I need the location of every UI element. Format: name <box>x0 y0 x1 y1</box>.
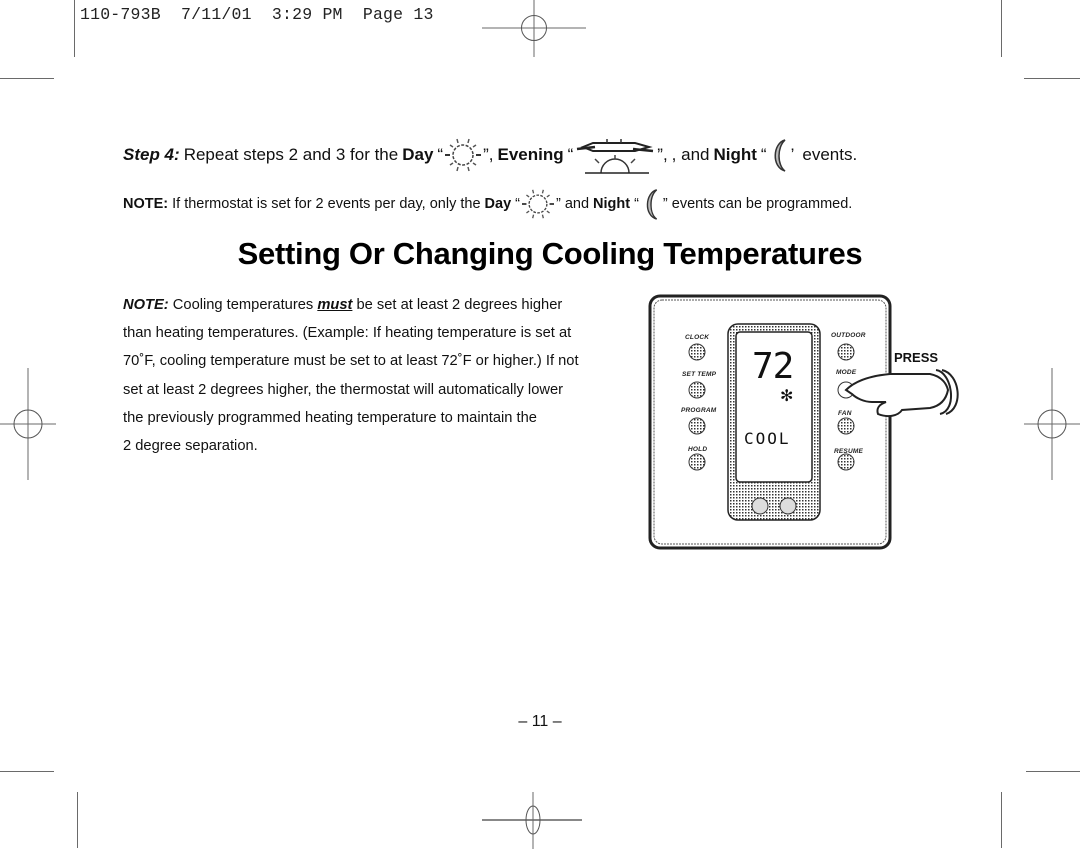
press-label: PRESS <box>894 350 939 365</box>
note-label: NOTE: <box>123 196 169 212</box>
set-temp-button-label[interactable]: SET TEMP <box>682 371 716 378</box>
paragraph-line: than heating temperatures. (Example: If … <box>123 325 572 342</box>
emphasis-must: must <box>317 297 353 313</box>
registration-mark-bottom <box>482 792 582 849</box>
note-two-events: NOTE: If thermostat is set for 2 events … <box>123 187 852 221</box>
section-title: Setting Or Changing Cooling Temperatures <box>237 236 863 271</box>
page-number: – 11 – <box>518 713 562 730</box>
step-text: Repeat steps 2 and 3 for the <box>183 145 399 164</box>
quote: ’ <box>790 145 795 164</box>
text: Cooling temperatures <box>172 297 314 313</box>
paragraph-line: the previously programmed heating temper… <box>123 409 537 426</box>
text: be set at least 2 degrees higher <box>356 297 563 313</box>
crop-mark <box>1024 78 1080 79</box>
crop-mark <box>1001 0 1002 57</box>
day-sun-icon <box>445 138 482 172</box>
display-temperature: 72 <box>752 346 794 387</box>
step-4-line: Step 4: Repeat steps 2 and 3 for the Day… <box>123 133 857 177</box>
print-slug: 110-793B 7/11/01 3:29 PM Page 13 <box>80 5 434 24</box>
night-moon-icon <box>774 139 786 172</box>
day-sun-icon <box>521 189 554 219</box>
clock-button-label[interactable]: CLOCK <box>685 334 709 341</box>
outdoor-button-label[interactable]: OUTDOOR <box>831 332 866 339</box>
crop-mark <box>77 792 78 848</box>
thermostat-illustration <box>648 294 959 550</box>
crop-mark <box>0 78 54 79</box>
registration-mark-top <box>482 0 586 57</box>
quote: ”, <box>483 145 494 164</box>
day-label: Day <box>402 145 434 164</box>
note-text: events can be programmed. <box>671 196 853 212</box>
note-label: NOTE: <box>123 297 169 313</box>
registration-mark-right <box>1024 368 1080 480</box>
display-mode: COOL <box>744 429 791 448</box>
resume-button-label[interactable]: RESUME <box>834 448 863 455</box>
snowflake-icon: ✻ <box>780 388 794 405</box>
crop-mark <box>74 0 75 57</box>
paragraph-line: NOTE: Cooling temperatures must be set a… <box>123 291 623 319</box>
quote: ”, <box>657 145 668 164</box>
hold-button-label[interactable]: HOLD <box>688 446 707 453</box>
program-button-label[interactable]: PROGRAM <box>681 407 716 414</box>
night-label: Night <box>593 196 631 212</box>
fan-button-label[interactable]: FAN <box>838 410 852 417</box>
cooling-note-paragraph: NOTE: Cooling temperatures must be set a… <box>123 291 623 460</box>
crop-mark <box>1026 771 1080 772</box>
paragraph-line: set at least 2 degrees higher, the therm… <box>123 381 564 398</box>
day-label: Day <box>484 196 512 212</box>
mode-button-label[interactable]: MODE <box>836 369 856 376</box>
step-label: Step 4: <box>123 145 180 164</box>
quote: ” <box>555 196 561 212</box>
evening-sunset-icon <box>577 139 654 174</box>
text: , and <box>671 145 710 164</box>
text: and <box>564 196 590 212</box>
crop-mark <box>1001 792 1002 848</box>
paragraph-line: 2 degree separation. <box>123 438 258 455</box>
paragraph-line: 70˚F, cooling temperature must be set to… <box>123 353 579 370</box>
note-text: If thermostat is set for 2 events per da… <box>172 196 481 212</box>
quote: ” <box>662 196 668 212</box>
night-label: Night <box>713 145 757 164</box>
registration-mark-left <box>0 368 56 480</box>
crop-mark <box>0 771 54 772</box>
night-moon-icon <box>646 189 658 220</box>
text: events. <box>802 145 858 164</box>
evening-label: Evening <box>497 145 564 164</box>
